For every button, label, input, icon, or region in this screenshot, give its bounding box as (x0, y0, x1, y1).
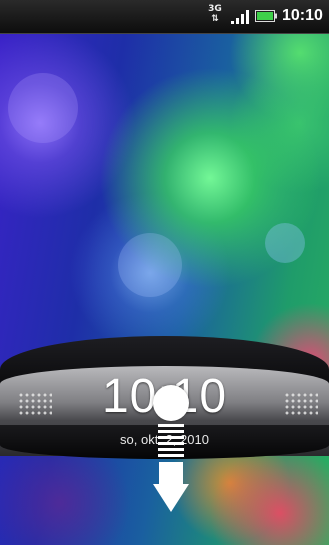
signal-bars-icon (231, 10, 249, 24)
bokeh-light (118, 233, 182, 297)
bokeh-light (8, 73, 78, 143)
status-time: 10:10 (282, 7, 323, 24)
handle-stripe (158, 448, 184, 451)
handle-stripe (158, 454, 184, 457)
network-type-label: 3G (208, 4, 222, 14)
data-activity-icon: ⇅ (211, 14, 219, 24)
handle-stripe (158, 424, 184, 427)
pull-down-arrow-icon (153, 484, 189, 512)
unlock-ring-icon[interactable] (153, 385, 189, 421)
lock-screen: 3G ⇅ 10:10 10:10 so, okt. 2, 2010 (0, 0, 329, 545)
handle-stripe (158, 442, 184, 445)
status-bar: 3G ⇅ 10:10 (0, 0, 329, 34)
handle-stripe (158, 436, 184, 439)
lock-date: so, okt. 2, 2010 (120, 432, 209, 447)
battery-icon (255, 10, 277, 22)
arrow-stem (159, 462, 183, 484)
network-indicator: 3G ⇅ (208, 4, 222, 25)
handle-stripe (158, 430, 184, 433)
bokeh-light (265, 223, 305, 263)
